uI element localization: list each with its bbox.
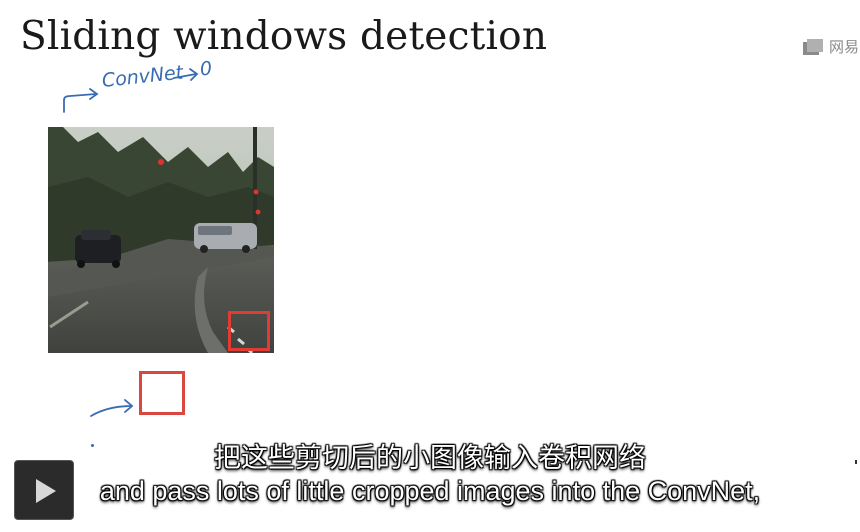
slide-title: Sliding windows detection bbox=[20, 14, 548, 59]
hw-crop-arrow-icon bbox=[90, 399, 134, 417]
hw-output-label: 0 bbox=[198, 57, 214, 81]
netease-logo-icon bbox=[803, 38, 823, 55]
subtitle-chinese: 把这些剪切后的小图像输入卷积网络 bbox=[214, 443, 646, 474]
hw-arrow-in-icon bbox=[63, 88, 99, 113]
hw-arrow-out-icon bbox=[173, 68, 199, 81]
watermark-text: 网易 bbox=[829, 38, 860, 56]
edge-mark bbox=[855, 460, 857, 464]
watermark: 网易 bbox=[802, 36, 860, 57]
cropped-window-box bbox=[139, 371, 185, 415]
subtitle-english: and pass lots of little cropped images i… bbox=[99, 476, 761, 506]
sliding-window-box bbox=[228, 311, 270, 351]
